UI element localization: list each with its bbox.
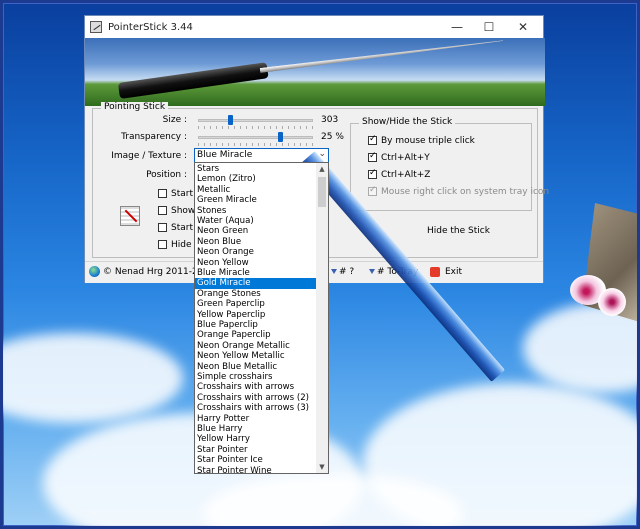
maximize-button[interactable]: ☐ [474, 19, 504, 35]
globe-icon[interactable] [89, 266, 100, 277]
scroll-thumb[interactable] [318, 177, 326, 207]
exit-button[interactable]: Exit [445, 267, 462, 277]
ctrl-alt-y-checkbox[interactable] [368, 151, 377, 162]
scroll-up-icon[interactable]: ▲ [316, 163, 328, 175]
arrow-down-icon [331, 269, 337, 274]
dropdown-option[interactable]: Neon Orange [195, 247, 317, 257]
group-title: Pointing Stick [101, 102, 169, 112]
dropdown-option[interactable]: Neon Blue Metallic [195, 362, 317, 372]
start-with-windows-checkbox[interactable] [158, 189, 167, 198]
triple-click-checkbox[interactable] [368, 134, 377, 145]
transparency-slider-ticks [198, 143, 313, 146]
help-button[interactable]: # ? [331, 267, 354, 277]
dropdown-option[interactable]: Stones [195, 206, 317, 216]
exit-icon[interactable] [430, 267, 440, 277]
dropdown-option[interactable]: Stars [195, 164, 317, 174]
dropdown-option[interactable]: Yellow Harry [195, 434, 317, 444]
dropdown-option[interactable]: Neon Green [195, 226, 317, 236]
dropdown-option[interactable]: Star Pointer Wine [195, 466, 317, 473]
dropdown-option[interactable]: Metallic [195, 185, 317, 195]
start-checkbox[interactable] [158, 223, 167, 232]
dropdown-option[interactable]: Crosshairs with arrows (3) [195, 403, 317, 413]
dropdown-option[interactable]: Crosshairs with arrows [195, 382, 317, 392]
dropdown-option[interactable]: Gold Miracle [195, 278, 317, 289]
dropdown-option[interactable]: Blue Harry [195, 424, 317, 434]
checkbox-label: By mouse triple click [381, 136, 475, 146]
checkbox-label: Ctrl+Alt+Y [381, 153, 430, 163]
title-bar: PointerStick 3.44 — ☐ ✕ [85, 16, 543, 38]
dropdown-option[interactable]: Neon Blue [195, 237, 317, 247]
dropdown-option[interactable]: Water (Aqua) [195, 216, 317, 226]
transparency-slider-thumb[interactable] [278, 132, 283, 142]
dropdown-option[interactable]: Blue Paperclip [195, 320, 317, 330]
minimize-button[interactable]: — [442, 19, 472, 35]
transparency-value: 25 % [321, 132, 344, 142]
stick-tip-graphic [260, 38, 504, 73]
checkbox-label: Mouse right click on system tray icon [381, 187, 550, 197]
image-texture-value: Blue Miracle [197, 150, 253, 160]
stick-graphic [117, 62, 269, 99]
dropdown-option[interactable]: Crosshairs with arrows (2) [195, 393, 317, 403]
desktop-background: PointerStick 3.44 — ☐ ✕ Pointing Stick S… [0, 0, 640, 529]
hide-stick-button[interactable]: Hide the Stick [427, 226, 490, 236]
window-title: PointerStick 3.44 [108, 21, 193, 33]
dropdown-option[interactable]: Blue Miracle [195, 268, 317, 278]
size-slider-thumb[interactable] [228, 115, 233, 125]
dropdown-option[interactable]: Neon Yellow Metallic [195, 351, 317, 361]
help-label: # ? [339, 267, 355, 277]
dropdown-option[interactable]: Harry Potter [195, 414, 317, 424]
size-value: 303 [321, 115, 339, 125]
dropdown-option[interactable]: Orange Paperclip [195, 330, 317, 340]
dropdown-option[interactable]: Yellow Paperclip [195, 310, 317, 320]
position-label: Position : [146, 170, 187, 180]
transparency-label: Transparency : [121, 132, 187, 142]
app-icon [90, 21, 102, 33]
orchid-flower [598, 288, 626, 316]
dropdown-scrollbar[interactable]: ▲ ▼ [316, 163, 328, 473]
tray-right-click-checkbox[interactable] [368, 185, 377, 196]
hide-checkbox[interactable] [158, 240, 167, 249]
dropdown-option[interactable]: Neon Orange Metallic [195, 341, 317, 351]
size-label: Size : [162, 115, 187, 125]
pointer-preview-icon [120, 206, 140, 226]
show-checkbox[interactable] [158, 206, 167, 215]
dropdown-option[interactable]: Lemon (Zitro) [195, 174, 317, 184]
dropdown-option[interactable]: Star Pointer [195, 445, 317, 455]
dropdown-option[interactable]: Green Miracle [195, 195, 317, 205]
size-slider-ticks [198, 126, 313, 129]
dropdown-option[interactable]: Neon Yellow [195, 258, 317, 268]
dropdown-option[interactable]: Star Pointer Ice [195, 455, 317, 465]
ctrl-alt-z-checkbox[interactable] [368, 168, 377, 179]
image-texture-dropdown-list[interactable]: Stars Lemon (Zitro) Metallic Green Miracle S… [194, 162, 329, 474]
group-title: Show/Hide the Stick [359, 117, 456, 127]
close-button[interactable]: ✕ [508, 19, 538, 35]
banner-image [85, 38, 545, 106]
arrow-down-icon [369, 269, 375, 274]
dropdown-option[interactable]: Green Paperclip [195, 299, 317, 309]
image-texture-label: Image / Texture : [111, 151, 187, 161]
scroll-down-icon[interactable]: ▼ [316, 461, 328, 473]
transparency-slider-track[interactable] [198, 136, 313, 139]
dropdown-option[interactable]: Simple crosshairs [195, 372, 317, 382]
size-slider-track[interactable] [198, 119, 313, 122]
dropdown-option[interactable]: Orange Stones [195, 289, 317, 299]
cloud [3, 333, 183, 423]
checkbox-label: Ctrl+Alt+Z [381, 170, 431, 180]
checkbox-label: Show [171, 206, 196, 216]
